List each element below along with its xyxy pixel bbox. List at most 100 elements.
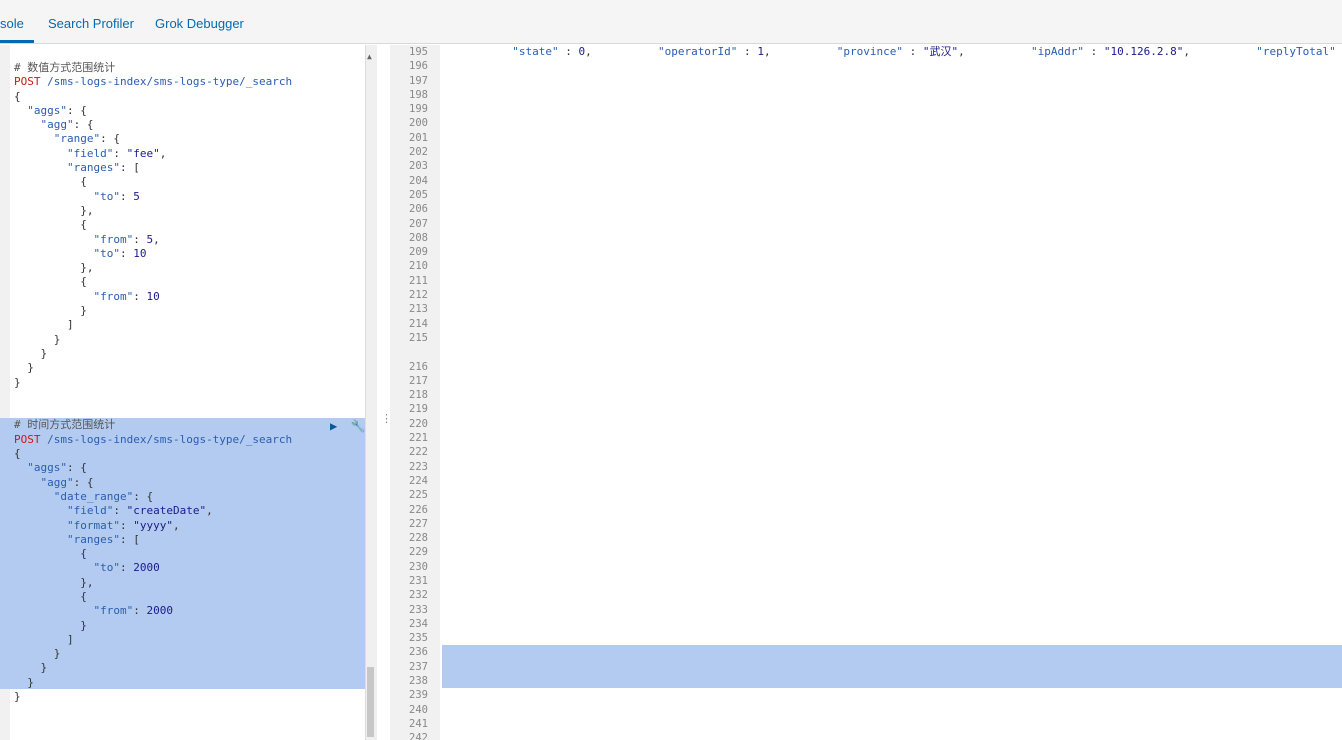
- line-number: 216: [409, 360, 428, 373]
- code-line: "field": "fee",: [66, 146, 167, 160]
- code-line: ]: [14, 632, 74, 646]
- code-line: "to": 5: [93, 189, 140, 203]
- wrench-icon[interactable]: 🔧: [350, 419, 365, 433]
- scroll-thumb[interactable]: [367, 667, 374, 737]
- code-line: "range": {: [53, 132, 120, 146]
- request-editor[interactable]: # 数值方式范围统计 POST /sms-logs-index/sms-logs-…: [0, 45, 365, 740]
- request-actions: ▶ 🔧: [330, 419, 365, 433]
- line-number: 219: [409, 403, 428, 416]
- tab-grok-debugger[interactable]: Grok Debugger: [155, 16, 244, 31]
- line-number: 218: [409, 389, 428, 402]
- line-number: 233: [409, 603, 428, 616]
- code-line: "aggs": {: [27, 103, 87, 117]
- line-number: 217: [409, 374, 428, 387]
- code-line: "aggs": {: [27, 461, 87, 475]
- code-line: }: [14, 661, 48, 675]
- code-line: {: [14, 447, 21, 461]
- line-number: 237: [409, 660, 428, 673]
- line-number: 242: [409, 732, 428, 740]
- code-line: # 时间方式范围统计: [14, 418, 116, 432]
- code-line: }: [14, 675, 34, 689]
- code-line: }: [14, 304, 87, 318]
- response-code: "state" : 0, "operatorId" : 1, "province…: [446, 45, 1342, 59]
- code-line: },: [14, 261, 94, 275]
- code-line: }: [14, 647, 61, 661]
- tab-bar: sole Search Profiler Grok Debugger: [0, 0, 1342, 44]
- tab-console[interactable]: sole: [0, 16, 24, 31]
- line-number: 229: [409, 546, 428, 559]
- code-line: "operatorId" : 1,: [657, 45, 771, 58]
- line-number: 214: [409, 317, 428, 330]
- line-number: 208: [409, 231, 428, 244]
- line-number: 235: [409, 632, 428, 645]
- line-number: 207: [409, 217, 428, 230]
- line-number: 238: [409, 675, 428, 688]
- line-number: 205: [409, 188, 428, 201]
- line-number: 201: [409, 131, 428, 144]
- line-number: 206: [409, 203, 428, 216]
- line-number: 195: [409, 46, 428, 58]
- response-selection: [442, 645, 1342, 688]
- line-number: 204: [409, 174, 428, 187]
- line-numbers: 195 196 197 198 199 200 201 202 203 204 205 206 207 2…: [390, 45, 428, 740]
- code-line: }: [14, 361, 34, 375]
- line-number: 212: [409, 289, 428, 302]
- code-line: "to": 10: [93, 246, 147, 260]
- code-line: "field": "createDate",: [66, 504, 213, 518]
- code-line: }: [14, 332, 61, 346]
- code-line: },: [14, 575, 94, 589]
- code-line: "from": 10: [93, 289, 160, 303]
- code-line: },: [14, 203, 94, 217]
- line-number: 230: [409, 560, 428, 573]
- code-line: }: [14, 375, 21, 389]
- code-line: POST /sms-logs-index/sms-logs-type/_sear…: [14, 432, 293, 446]
- tab-search-profiler[interactable]: Search Profiler: [48, 16, 134, 31]
- line-number: 213: [409, 303, 428, 316]
- active-tab-indicator: [0, 40, 34, 43]
- line-number: 203: [409, 160, 428, 173]
- line-number: 197: [409, 74, 428, 87]
- line-number: 220: [409, 417, 428, 430]
- line-number: 225: [409, 489, 428, 502]
- code-line: "ranges": [: [66, 532, 140, 546]
- line-number: 210: [409, 260, 428, 273]
- response-viewer[interactable]: 195 196 197 198 199 200 201 202 203 204 205 206 207 2…: [390, 45, 1342, 740]
- code-line: }: [14, 690, 21, 704]
- request-code[interactable]: # 数值方式范围统计 POST /sms-logs-index/sms-logs-…: [14, 61, 292, 704]
- line-number: 199: [409, 103, 428, 116]
- line-number: 221: [409, 432, 428, 445]
- line-number: 200: [409, 117, 428, 130]
- line-number: 222: [409, 446, 428, 459]
- line-number: 232: [409, 589, 428, 602]
- code-line: {: [14, 589, 87, 603]
- code-line: POST /sms-logs-index/sms-logs-type/_sear…: [14, 75, 293, 89]
- code-line: "ipAddr" : "10.126.2.8",: [1031, 45, 1190, 58]
- code-line: "to": 2000: [93, 561, 160, 575]
- line-number: 234: [409, 617, 428, 630]
- code-line: "replyTotal" : 50,: [1256, 45, 1336, 58]
- line-number: 228: [409, 532, 428, 545]
- line-number: 226: [409, 503, 428, 516]
- code-line: "ranges": [: [66, 161, 140, 175]
- code-line: "from": 5,: [93, 232, 160, 246]
- line-number: 236: [409, 646, 428, 659]
- line-number: 227: [409, 517, 428, 530]
- line-number: [390, 345, 428, 359]
- scroll-up-icon[interactable]: ▲: [367, 52, 372, 61]
- code-line: "date_range": {: [53, 489, 154, 503]
- code-line: "state" : 0,: [512, 45, 592, 58]
- code-line: {: [14, 175, 87, 189]
- code-line: ]: [14, 318, 74, 332]
- code-line: {: [14, 547, 87, 561]
- play-icon[interactable]: ▶: [330, 419, 337, 433]
- editor-scrollbar[interactable]: [365, 45, 377, 740]
- code-line: {: [14, 218, 87, 232]
- tab-underline: [34, 43, 240, 44]
- line-number: 239: [409, 689, 428, 702]
- code-line: "agg": {: [40, 475, 94, 489]
- code-line: "from": 2000: [93, 604, 173, 618]
- line-number: 211: [409, 274, 428, 287]
- code-line: "format": "yyyy",: [66, 518, 180, 532]
